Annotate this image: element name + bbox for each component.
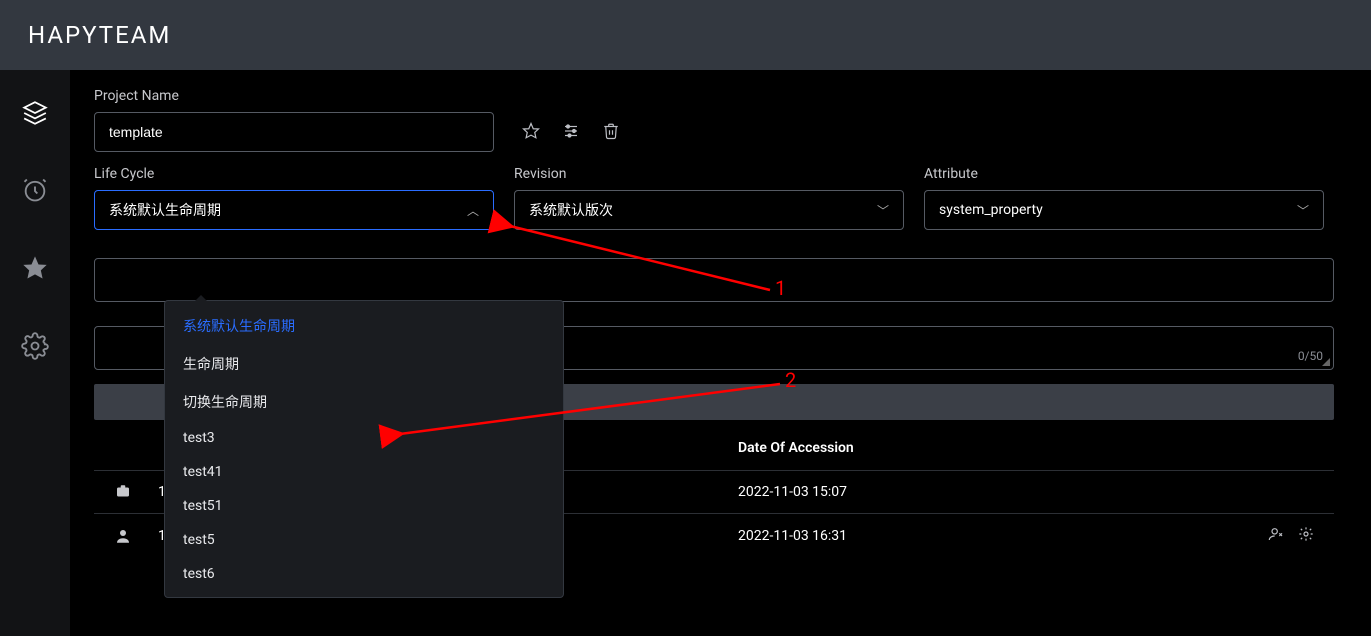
trash-icon[interactable] bbox=[602, 122, 620, 144]
layers-icon[interactable] bbox=[22, 100, 48, 126]
attribute-select[interactable]: system_property ﹀ bbox=[924, 190, 1324, 230]
person-icon bbox=[114, 527, 158, 545]
lifecycle-option[interactable]: test41 bbox=[165, 455, 563, 489]
star-icon[interactable] bbox=[21, 254, 49, 282]
app-header: HAPYTEAM bbox=[0, 0, 1371, 70]
chevron-down-icon: ﹀ bbox=[1297, 202, 1309, 219]
text-block-1[interactable] bbox=[94, 258, 1334, 302]
brand-title: HAPYTEAM bbox=[28, 21, 171, 49]
lifecycle-option[interactable]: 系统默认生命周期 bbox=[165, 307, 563, 345]
sidebar bbox=[0, 70, 70, 636]
gear-icon[interactable] bbox=[1298, 526, 1314, 546]
attribute-label: Attribute bbox=[924, 166, 1324, 182]
char-counter: 0/50 bbox=[1298, 349, 1323, 363]
project-name-input[interactable] bbox=[94, 112, 494, 152]
lifecycle-option[interactable]: test51 bbox=[165, 489, 563, 523]
sliders-icon[interactable] bbox=[562, 122, 580, 144]
chevron-down-icon: ﹀ bbox=[877, 202, 889, 219]
cell-date: 2022-11-03 16:31 bbox=[738, 528, 1118, 544]
clock-icon[interactable] bbox=[21, 176, 49, 204]
row-actions bbox=[1118, 526, 1314, 546]
user-action-icon[interactable] bbox=[1268, 526, 1284, 546]
main-content: Project Name Life Cycle 系统默认生命周期 bbox=[70, 70, 1371, 636]
lifecycle-option[interactable]: test3 bbox=[165, 421, 563, 455]
lifecycle-option[interactable]: 生命周期 bbox=[165, 345, 563, 383]
revision-value: 系统默认版次 bbox=[529, 200, 613, 220]
col-date-header: Date Of Accession bbox=[738, 440, 1118, 456]
lifecycle-option[interactable]: 切换生命周期 bbox=[165, 383, 563, 421]
life-cycle-label: Life Cycle bbox=[94, 166, 494, 182]
life-cycle-select[interactable]: 系统默认生命周期 ︿ bbox=[94, 190, 494, 230]
attribute-value: system_property bbox=[939, 202, 1043, 218]
project-name-label: Project Name bbox=[94, 88, 494, 104]
badge-icon bbox=[114, 483, 158, 501]
resize-handle-icon[interactable] bbox=[1321, 357, 1331, 367]
revision-select[interactable]: 系统默认版次 ﹀ bbox=[514, 190, 904, 230]
lifecycle-option[interactable]: test5 bbox=[165, 523, 563, 557]
chevron-up-icon: ︿ bbox=[467, 202, 479, 219]
star-outline-icon[interactable] bbox=[522, 122, 540, 144]
cell-date: 2022-11-03 15:07 bbox=[738, 484, 1118, 500]
gear-icon[interactable] bbox=[21, 332, 49, 360]
life-cycle-dropdown: 系统默认生命周期生命周期切换生命周期test3test41test51test5… bbox=[164, 300, 564, 598]
life-cycle-value: 系统默认生命周期 bbox=[109, 200, 221, 220]
lifecycle-option[interactable]: test6 bbox=[165, 557, 563, 591]
revision-label: Revision bbox=[514, 166, 904, 182]
